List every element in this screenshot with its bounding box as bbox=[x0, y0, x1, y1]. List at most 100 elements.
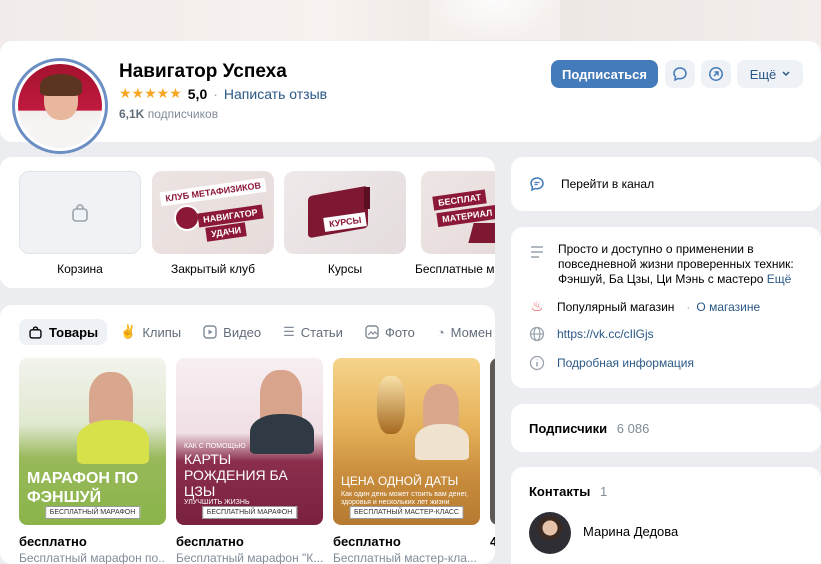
tab-moments[interactable]: ◔ Момен bbox=[428, 319, 495, 345]
bag-icon bbox=[29, 325, 42, 339]
shop-section: Корзина КЛУБ МЕТАФИЗИКОВ НАВИГАТОР УДАЧИ… bbox=[0, 157, 495, 288]
share-button[interactable] bbox=[701, 60, 731, 88]
contacts-title: Контакты bbox=[529, 484, 591, 499]
rating-stars-icon: ★★★★★ bbox=[119, 85, 182, 101]
info-icon bbox=[529, 355, 545, 371]
popular-shop-row: ♨ Популярный магазин · О магазине bbox=[529, 298, 760, 315]
community-avatar[interactable] bbox=[12, 58, 108, 154]
shop-item-label: Бесплатные м bbox=[415, 262, 495, 276]
product-image: КАК С ПОМОЩЬЮ КАРТЫ РОЖДЕНИЯ БА ЦЗЫ УЛУЧ… bbox=[176, 358, 323, 525]
contact-avatar[interactable] bbox=[529, 512, 571, 554]
photo-icon bbox=[365, 325, 379, 339]
clips-icon: ✌ bbox=[120, 324, 137, 339]
book-icon bbox=[468, 223, 495, 243]
community-header: Навигатор Успеха ★★★★★ 5,0 · Написать от… bbox=[0, 41, 821, 154]
product-price: бесплатно bbox=[19, 534, 87, 549]
about-shop-link[interactable]: О магазине bbox=[696, 300, 760, 314]
details-link[interactable]: Подробная информация bbox=[557, 356, 694, 370]
courses-thumbnail: КУРСЫ bbox=[284, 171, 406, 254]
tab-label: Фото bbox=[384, 324, 415, 340]
channel-icon bbox=[530, 177, 544, 192]
description-more-link[interactable]: Ещё bbox=[767, 272, 792, 286]
product-headline: КАРТЫ РОЖДЕНИЯ БА ЦЗЫ bbox=[184, 450, 288, 499]
tab-video[interactable]: Видео bbox=[194, 319, 270, 345]
chevron-down-icon bbox=[782, 71, 790, 77]
subscribers-count: 6,1K bbox=[119, 107, 145, 121]
tab-label: Клипы bbox=[142, 324, 182, 340]
subscribers-card[interactable]: Подписчики 6 086 bbox=[511, 404, 821, 452]
more-button[interactable]: Ещё bbox=[737, 60, 803, 88]
product-headline: МАРАФОН ПО ФЭНШУЙ bbox=[27, 470, 139, 506]
description-icon bbox=[529, 245, 545, 264]
product-badge: БЕСПЛАТНЫЙ МАРАФОН bbox=[201, 506, 298, 519]
club-tag: КЛУБ МЕТАФИЗИКОВ bbox=[159, 177, 267, 207]
shop-item-label: Курсы bbox=[327, 262, 363, 276]
tab-label: Статьи bbox=[300, 324, 343, 340]
rating-row: ★★★★★ 5,0 · Написать отзыв bbox=[119, 85, 327, 102]
channel-link[interactable]: Перейти в канал bbox=[529, 176, 654, 192]
product-card[interactable]: МАРАФОН ПО ФЭНШУЙ БЕСПЛАТНЫЙ МАРАФОН бес… bbox=[19, 358, 166, 564]
product-price: бесплатно bbox=[176, 534, 244, 549]
tab-products[interactable]: Товары bbox=[19, 319, 108, 345]
globe-icon bbox=[529, 326, 545, 342]
tab-articles[interactable]: ☰ Статьи bbox=[274, 319, 352, 345]
avatar-photo bbox=[18, 64, 102, 148]
message-icon bbox=[673, 67, 687, 82]
subscribers-summary: 6,1K подписчиков bbox=[119, 107, 218, 121]
rating-value: 5,0 bbox=[187, 85, 208, 102]
more-button-label: Ещё bbox=[749, 66, 777, 82]
tab-label: Товары bbox=[49, 324, 99, 340]
details-row: Подробная информация bbox=[529, 355, 694, 371]
avatar-body bbox=[30, 118, 92, 148]
person-jacket bbox=[77, 420, 149, 464]
hourglass-icon bbox=[377, 376, 405, 434]
product-badge: БЕСПЛАТНЫЙ МАРАФОН bbox=[44, 506, 141, 519]
shop-item-label: Корзина bbox=[57, 262, 103, 276]
shop-item-cart[interactable]: Корзина bbox=[19, 171, 141, 276]
product-headline: ЦЕНА ОДНОЙ ДАТЫ bbox=[341, 474, 459, 489]
video-icon bbox=[203, 325, 217, 339]
free-thumbnail: БЕСПЛАТ МАТЕРИАЛ bbox=[421, 171, 495, 254]
hourglass-icon bbox=[364, 187, 370, 209]
product-image: ЦЕНА ОДНОЙ ДАТЫ Как один день может стои… bbox=[333, 358, 480, 525]
contacts-section-title[interactable]: Контакты 1 bbox=[529, 484, 607, 499]
person-photo bbox=[89, 372, 133, 426]
subscribe-button[interactable]: Подписаться bbox=[551, 60, 658, 88]
website-link[interactable]: https://vk.cc/cIlGjs bbox=[557, 327, 654, 341]
shop-item-courses[interactable]: КУРСЫ Курсы bbox=[284, 171, 406, 276]
product-card[interactable]: ЦЕНА ОДНОЙ ДАТЫ Как один день может стои… bbox=[333, 358, 480, 564]
shop-item-free[interactable]: БЕСПЛАТ МАТЕРИАЛ Бесплатные м bbox=[415, 171, 495, 276]
product-price: бесплатно bbox=[333, 534, 401, 549]
tab-clips[interactable]: ✌ Клипы bbox=[111, 319, 190, 345]
subscribers-section-count: 6 086 bbox=[616, 421, 650, 436]
subscribers-label: подписчиков bbox=[147, 107, 219, 121]
channel-card[interactable]: Перейти в канал bbox=[511, 157, 821, 211]
product-card[interactable]: 4 bbox=[490, 358, 495, 549]
channel-label: Перейти в канал bbox=[561, 177, 655, 191]
website-row: https://vk.cc/cIlGjs bbox=[529, 326, 654, 342]
write-review-link[interactable]: Написать отзыв bbox=[224, 86, 327, 102]
product-subheadline: Как один день может стоить вам денег, зд… bbox=[341, 490, 468, 506]
content-section: Товары ✌ Клипы Видео ☰ Статьи Фото ◔ Мом… bbox=[0, 305, 495, 564]
subscribers-section-title: Подписчики 6 086 bbox=[529, 421, 649, 436]
cart-thumbnail bbox=[19, 171, 141, 254]
community-title: Навигатор Успеха bbox=[119, 61, 287, 82]
contact-name[interactable]: Марина Дедова bbox=[583, 524, 678, 539]
moments-icon: ◔ bbox=[436, 324, 445, 340]
product-title: Бесплатный марафон "К... bbox=[176, 551, 323, 564]
shop-item-closed-club[interactable]: КЛУБ МЕТАФИЗИКОВ НАВИГАТОР УДАЧИ Закрыты… bbox=[152, 171, 274, 276]
tab-photo[interactable]: Фото bbox=[356, 319, 424, 345]
message-button[interactable] bbox=[665, 60, 695, 88]
fire-icon: ♨ bbox=[530, 298, 544, 314]
share-icon bbox=[709, 67, 723, 81]
person-jacket bbox=[415, 424, 469, 460]
description-text: Просто и доступно о применении в повседн… bbox=[558, 242, 794, 286]
product-title: Бесплатный марафон по... bbox=[19, 551, 166, 564]
product-price: 4 bbox=[490, 534, 495, 549]
product-title: Бесплатный мастер-кла... bbox=[333, 551, 477, 564]
product-image bbox=[490, 358, 495, 525]
shop-item-label: Закрытый клуб bbox=[170, 262, 256, 276]
product-card[interactable]: КАК С ПОМОЩЬЮ КАРТЫ РОЖДЕНИЯ БА ЦЗЫ УЛУЧ… bbox=[176, 358, 323, 564]
subscribers-title: Подписчики bbox=[529, 421, 608, 436]
tab-label: Видео bbox=[223, 324, 262, 340]
